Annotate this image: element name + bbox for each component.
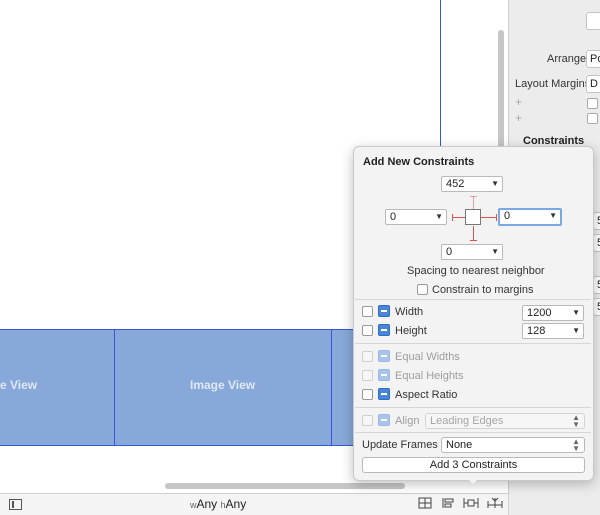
layout-margins-label: Layout Margins	[515, 78, 591, 90]
equal-heights-checkbox[interactable]	[362, 370, 373, 381]
image-view-label-partial: e View	[0, 378, 38, 392]
spacing-caption: Spacing to nearest neighbor	[407, 265, 545, 277]
image-view-label: Image View	[190, 378, 256, 392]
left-constraint-line[interactable]	[452, 217, 465, 218]
add-variation-plus[interactable]: +	[515, 95, 522, 109]
align-value: Leading Edges	[430, 415, 504, 427]
selected-view-box	[465, 209, 481, 225]
separator	[355, 343, 591, 344]
height-constraint-icon	[378, 324, 390, 336]
size-class-button[interactable]: wAny hAny	[190, 497, 246, 511]
popover-title: Add New Constraints	[363, 156, 475, 168]
top-spacing-value: 452	[446, 178, 465, 190]
image-view-divider	[331, 330, 332, 445]
add-constraints-button[interactable]: Add 3 Constraints	[362, 457, 585, 473]
chevron-down-icon: ▼	[549, 211, 557, 220]
size-class-height-value: Any	[225, 497, 247, 511]
height-value: 128	[527, 325, 546, 337]
image-view-divider	[114, 330, 115, 445]
chevron-down-icon: ▼	[435, 212, 443, 221]
aspect-ratio-label: Aspect Ratio	[395, 389, 458, 401]
width-value: 1200	[527, 307, 552, 319]
width-constraint-icon	[378, 305, 390, 317]
chevron-down-icon: ▼	[491, 247, 499, 256]
update-frames-select[interactable]: None ▲ ▼	[441, 437, 585, 453]
width-value-combo[interactable]: 1200 ▼	[522, 305, 584, 321]
resolve-auto-layout-icon[interactable]	[487, 497, 503, 511]
align-label: Align	[395, 415, 420, 427]
aspect-ratio-icon	[378, 388, 390, 400]
constraint-value-field[interactable]: 5	[593, 212, 600, 230]
arrange-popup[interactable]: Po	[586, 50, 600, 68]
bottom-spacing-value: 0	[446, 246, 453, 258]
height-checkbox[interactable]	[362, 325, 373, 336]
document-outline-toggle-icon[interactable]	[9, 499, 22, 510]
inspector-field[interactable]	[586, 12, 600, 30]
pin-icon[interactable]	[463, 497, 479, 511]
bottom-constraint-cap	[470, 240, 477, 241]
height-value-combo[interactable]: 128 ▼	[522, 323, 584, 339]
right-spacing-combo[interactable]: 0 ▼	[498, 208, 562, 226]
align-icon	[378, 414, 390, 426]
equal-heights-icon	[378, 369, 390, 381]
constrain-to-margins-label: Constrain to margins	[432, 284, 534, 296]
separator	[355, 299, 591, 300]
top-spacing-combo[interactable]: 452 ▼	[441, 176, 503, 192]
constrain-to-margins-checkbox[interactable]	[417, 284, 428, 295]
bottom-constraint-line[interactable]	[473, 226, 474, 240]
horizontal-scrollbar[interactable]	[165, 483, 405, 489]
update-frames-value: None	[446, 439, 473, 451]
right-spacing-value: 0	[504, 210, 511, 222]
bottom-spacing-combo[interactable]: 0 ▼	[441, 244, 503, 260]
equal-widths-icon	[378, 350, 390, 362]
equal-widths-label: Equal Widths	[395, 351, 460, 363]
height-label: Height	[395, 325, 427, 337]
updown-chevron-icon: ▲ ▼	[572, 413, 580, 429]
top-constraint-line[interactable]	[473, 196, 474, 209]
aspect-ratio-checkbox[interactable]	[362, 389, 373, 400]
layout-margins-popup[interactable]: D	[586, 75, 600, 93]
chevron-down-icon: ▼	[572, 326, 580, 335]
left-spacing-value: 0	[390, 211, 397, 223]
chevron-down-icon: ▼	[572, 308, 580, 317]
width-checkbox[interactable]	[362, 306, 373, 317]
canvas-bottom-bar: wAny hAny	[0, 493, 508, 515]
constraint-value-field[interactable]: 5	[593, 234, 600, 252]
updown-chevron-icon: ▲ ▼	[572, 437, 580, 453]
equal-widths-checkbox[interactable]	[362, 351, 373, 362]
left-constraint-cap	[452, 214, 453, 221]
separator	[355, 432, 591, 433]
arrange-label: Arrange	[547, 53, 587, 65]
constraint-value-field[interactable]: 5	[593, 298, 600, 316]
stack-icon[interactable]	[417, 497, 433, 511]
align-checkbox[interactable]	[362, 415, 373, 426]
top-constraint-cap	[470, 196, 477, 197]
size-class-width-value: Any	[196, 497, 218, 511]
update-frames-label: Update Frames	[362, 439, 438, 451]
popover-arrow	[464, 475, 482, 484]
equal-heights-label: Equal Heights	[395, 370, 464, 382]
right-constraint-line[interactable]	[481, 217, 496, 218]
align-icon[interactable]	[440, 497, 456, 511]
separator	[355, 407, 591, 408]
inspector-checkbox[interactable]	[587, 113, 598, 124]
left-spacing-combo[interactable]: 0 ▼	[385, 209, 447, 225]
inspector-checkbox[interactable]	[587, 98, 598, 109]
width-label: Width	[395, 306, 424, 318]
align-select[interactable]: Leading Edges ▲ ▼	[425, 413, 585, 429]
add-variation-plus[interactable]: +	[515, 111, 522, 125]
chevron-down-icon: ▼	[491, 179, 499, 188]
constraint-value-field[interactable]: 5	[593, 276, 600, 294]
right-constraint-cap	[496, 214, 497, 221]
